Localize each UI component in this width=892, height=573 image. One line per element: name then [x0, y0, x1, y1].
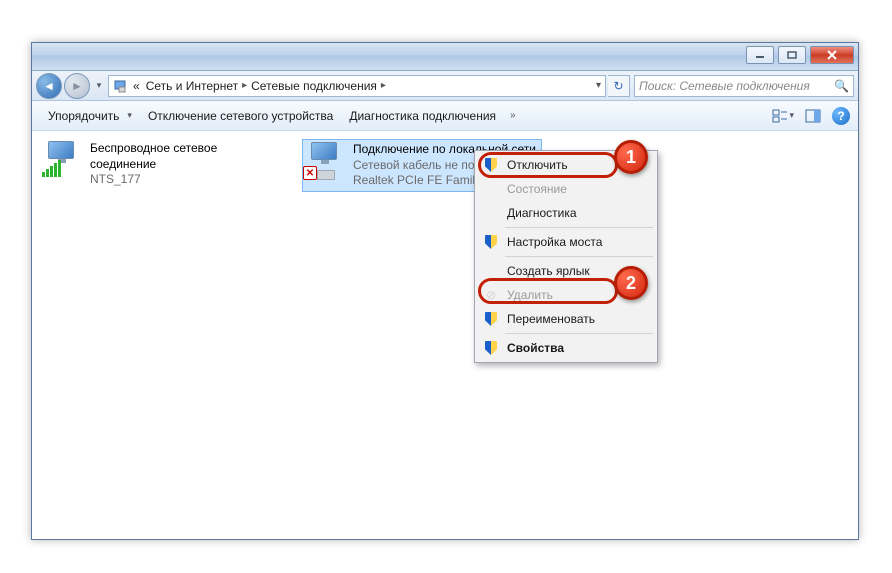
search-icon: 🔍: [834, 79, 849, 93]
location-icon: [113, 78, 129, 94]
command-toolbar: Упорядочить Отключение сетевого устройст…: [32, 101, 858, 131]
disconnected-x-icon: ✕: [303, 166, 317, 180]
ethernet-icon: ✕: [305, 142, 345, 178]
ctx-diagnose[interactable]: Диагностика: [477, 201, 655, 225]
search-placeholder: Поиск: Сетевые подключения: [639, 79, 810, 93]
ctx-properties[interactable]: Свойства: [477, 336, 655, 360]
minimize-button[interactable]: [746, 46, 774, 64]
nav-forward-button[interactable]: ►: [64, 73, 90, 99]
breadcrumb-level2[interactable]: Сетевые подключения: [251, 79, 377, 93]
explorer-window: ◄ ► ▾ « Сеть и Интернет ▸ Сетевые подклю…: [31, 42, 859, 540]
search-input[interactable]: Поиск: Сетевые подключения 🔍: [634, 75, 854, 97]
organize-menu[interactable]: Упорядочить: [40, 105, 140, 127]
breadcrumb-dropdown[interactable]: ▾: [596, 80, 601, 91]
shield-icon: [483, 340, 499, 356]
nav-history-dropdown[interactable]: ▾: [92, 75, 106, 97]
nav-back-button[interactable]: ◄: [36, 73, 62, 99]
shield-icon: [483, 157, 499, 173]
maximize-button[interactable]: [778, 46, 806, 64]
menu-separator: [505, 227, 653, 228]
annotation-bubble-1: 1: [614, 140, 648, 174]
shield-icon: [483, 311, 499, 327]
connection-name: Беспроводное сетевое соединение: [90, 141, 278, 172]
refresh-button[interactable]: ↻: [608, 75, 630, 97]
context-menu: Отключить Состояние Диагностика Настройк…: [474, 150, 658, 363]
disable-device-button[interactable]: Отключение сетевого устройства: [140, 105, 341, 127]
shield-icon: [483, 234, 499, 250]
chevron-right-icon: ▸: [381, 80, 386, 91]
diagnose-button[interactable]: Диагностика подключения: [341, 105, 504, 127]
connection-network: NTS_177: [90, 172, 278, 188]
connections-pane: Беспроводное сетевое соединение NTS_177 …: [32, 131, 858, 539]
breadcrumb-bar[interactable]: « Сеть и Интернет ▸ Сетевые подключения …: [108, 75, 606, 97]
ctx-bridge[interactable]: Настройка моста: [477, 230, 655, 254]
connection-wireless[interactable]: Беспроводное сетевое соединение NTS_177: [40, 139, 280, 190]
wifi-icon: [42, 141, 82, 177]
help-button[interactable]: ?: [832, 107, 850, 125]
breadcrumb-level1[interactable]: Сеть и Интернет: [146, 79, 238, 93]
view-options-button[interactable]: ▾: [772, 105, 794, 127]
toolbar-overflow[interactable]: »: [504, 110, 522, 121]
window-controls: [746, 46, 854, 64]
address-bar-row: ◄ ► ▾ « Сеть и Интернет ▸ Сетевые подклю…: [32, 71, 858, 101]
breadcrumb-root[interactable]: «: [133, 79, 140, 93]
menu-separator: [505, 256, 653, 257]
close-button[interactable]: [810, 46, 854, 64]
ctx-rename[interactable]: Переименовать: [477, 307, 655, 331]
menu-separator: [505, 333, 653, 334]
window-titlebar[interactable]: [32, 43, 858, 71]
preview-pane-button[interactable]: [802, 105, 824, 127]
annotation-bubble-2: 2: [614, 266, 648, 300]
delete-icon: ⊘: [483, 287, 499, 303]
ctx-status: Состояние: [477, 177, 655, 201]
chevron-right-icon: ▸: [242, 80, 247, 91]
